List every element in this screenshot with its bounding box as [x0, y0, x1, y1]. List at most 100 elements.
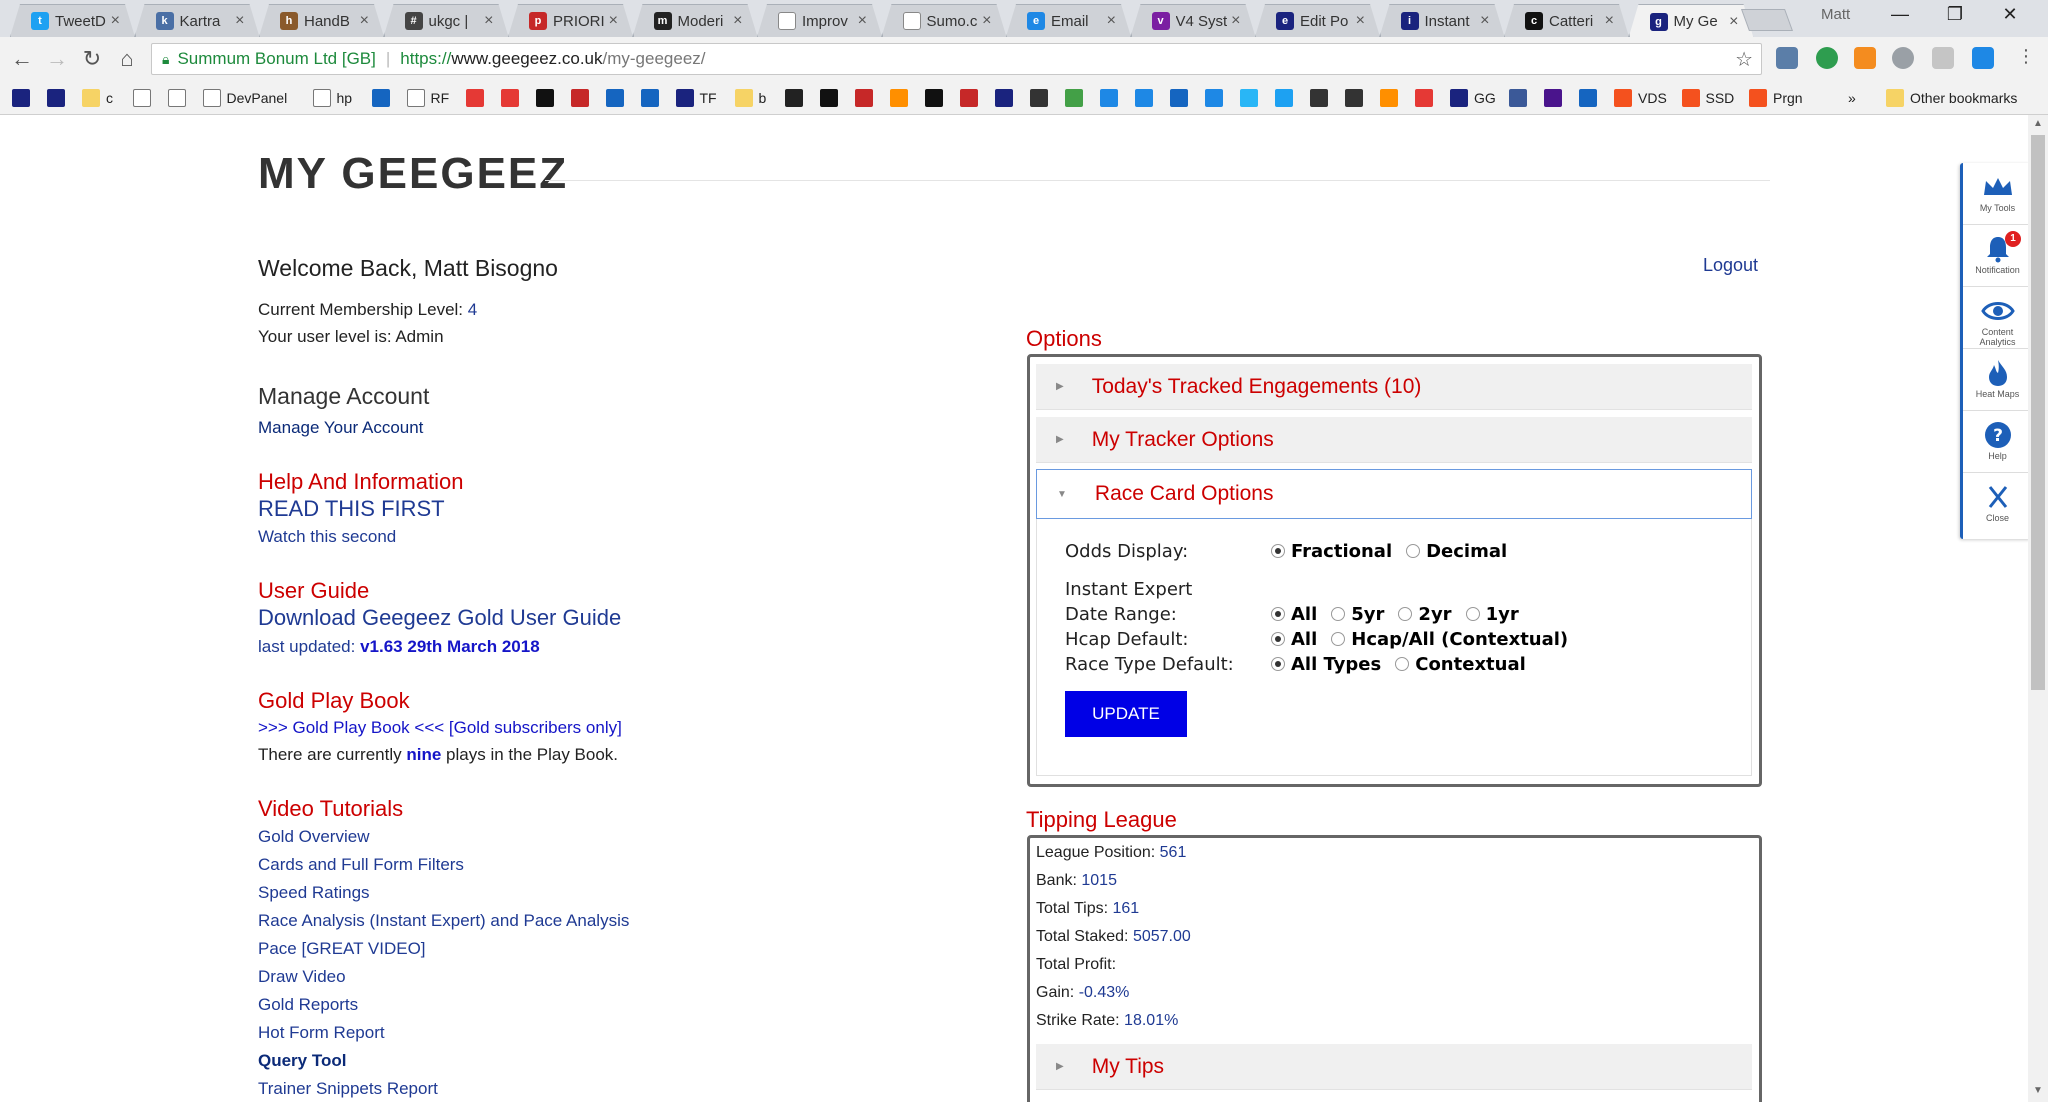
- browser-tab[interactable]: # ukgc | ×: [384, 4, 509, 37]
- tab-close-icon[interactable]: ×: [982, 12, 991, 30]
- date-range-option[interactable]: All: [1271, 604, 1331, 625]
- browser-tab[interactable]: e Email ×: [1006, 4, 1131, 37]
- video-tutorial-link[interactable]: Trainer Snippets Report: [258, 1079, 438, 1099]
- tab-close-icon[interactable]: ×: [858, 12, 867, 30]
- accordion-my-tips[interactable]: ▶ My Tips: [1036, 1044, 1752, 1090]
- bookmark-item[interactable]: GG: [1450, 87, 1496, 109]
- bookmark-item[interactable]: [167, 87, 192, 109]
- notification-button[interactable]: 1 Notification: [1963, 225, 2032, 287]
- odds-display-option[interactable]: Decimal: [1406, 541, 1521, 562]
- radio-button[interactable]: [1406, 544, 1421, 558]
- bookmark-item[interactable]: TF: [675, 87, 717, 109]
- page-scrollbar[interactable]: ▲ ▼: [2028, 115, 2048, 1102]
- bookmark-item[interactable]: Prgn: [1749, 87, 1803, 109]
- home-icon[interactable]: ⌂: [113, 46, 141, 72]
- radio-button[interactable]: [1271, 632, 1285, 646]
- radio-button[interactable]: [1398, 607, 1413, 621]
- reload-icon[interactable]: ↻: [78, 46, 106, 72]
- radio-button[interactable]: [1331, 632, 1346, 646]
- logout-link[interactable]: Logout: [1703, 255, 1758, 276]
- extension-icon[interactable]: [1776, 47, 1798, 69]
- hcap-default-option[interactable]: All: [1271, 629, 1331, 650]
- close-tools-button[interactable]: Close: [1963, 473, 2032, 535]
- browser-tab[interactable]: Improv ×: [757, 4, 882, 37]
- read-this-first-link[interactable]: READ THIS FIRST: [258, 496, 445, 522]
- update-button[interactable]: UPDATE: [1065, 691, 1187, 737]
- bookmark-item[interactable]: [570, 87, 595, 109]
- bookmark-item[interactable]: [1030, 87, 1054, 109]
- tab-close-icon[interactable]: ×: [1480, 12, 1489, 30]
- browser-tab[interactable]: e Edit Po ×: [1255, 4, 1380, 37]
- back-icon[interactable]: ←: [8, 46, 36, 72]
- tab-close-icon[interactable]: ×: [1605, 12, 1614, 30]
- bookmark-item[interactable]: [1415, 87, 1439, 109]
- play-book-link[interactable]: >>> Gold Play Book <<< [Gold subscribers…: [258, 718, 622, 738]
- odds-display-option[interactable]: Fractional: [1271, 541, 1406, 562]
- bookmark-item[interactable]: hp: [312, 87, 352, 109]
- bookmark-star-icon[interactable]: ☆: [1735, 47, 1753, 72]
- radio-button[interactable]: [1271, 607, 1285, 621]
- bookmark-item[interactable]: [1205, 87, 1229, 109]
- video-tutorial-link[interactable]: Gold Overview: [258, 827, 369, 847]
- bookmark-item[interactable]: [820, 87, 844, 109]
- bookmark-item[interactable]: [1579, 87, 1603, 109]
- video-tutorial-link[interactable]: Speed Ratings: [258, 883, 370, 903]
- menu-icon[interactable]: ⋮: [2012, 46, 2040, 67]
- address-bar[interactable]: 🔒︎ Summum Bonum Ltd [GB] | https://www.g…: [151, 43, 1762, 75]
- rss-icon[interactable]: [1854, 47, 1876, 69]
- bookmark-item[interactable]: [1380, 87, 1404, 109]
- bookmark-item[interactable]: [960, 87, 984, 109]
- bookmark-item[interactable]: [1240, 87, 1264, 109]
- scroll-down-icon[interactable]: ▼: [2033, 1085, 2043, 1096]
- browser-tab[interactable]: k Kartra ×: [135, 4, 260, 37]
- race-type-option[interactable]: All Types: [1271, 654, 1395, 675]
- scroll-up-icon[interactable]: ▲: [2033, 118, 2043, 129]
- bookmark-item[interactable]: b: [734, 87, 766, 109]
- content-analytics-button[interactable]: Content Analytics: [1963, 287, 2032, 349]
- tab-close-icon[interactable]: ×: [111, 12, 120, 30]
- tab-close-icon[interactable]: ×: [1356, 12, 1365, 30]
- video-tutorial-link[interactable]: Query Tool: [258, 1051, 346, 1071]
- browser-tab[interactable]: h HandB ×: [259, 4, 384, 37]
- watch-this-second-link[interactable]: Watch this second: [258, 527, 396, 547]
- tab-close-icon[interactable]: ×: [1231, 12, 1240, 30]
- browser-tab[interactable]: g My Ge ×: [1629, 4, 1754, 38]
- tab-close-icon[interactable]: ×: [733, 12, 742, 30]
- video-tutorial-link[interactable]: Race Analysis (Instant Expert) and Pace …: [258, 911, 629, 931]
- profile-name[interactable]: Matt: [1821, 6, 1850, 23]
- bookmark-item[interactable]: RF: [406, 87, 449, 109]
- bookmark-item[interactable]: [995, 87, 1019, 109]
- extension-icon[interactable]: [1892, 47, 1914, 69]
- restore-icon[interactable]: ❐: [1935, 4, 1975, 25]
- my-tools-button[interactable]: My Tools: [1963, 163, 2032, 225]
- bookmarks-overflow[interactable]: »: [1848, 87, 1856, 109]
- tab-close-icon[interactable]: ×: [235, 12, 244, 30]
- browser-tab[interactable]: v V4 Syst ×: [1131, 4, 1256, 37]
- bookmark-item[interactable]: [1275, 87, 1299, 109]
- radio-button[interactable]: [1465, 607, 1480, 621]
- other-bookmarks[interactable]: Other bookmarks: [1886, 87, 2017, 109]
- browser-tab[interactable]: t TweetD ×: [10, 4, 135, 37]
- forward-icon[interactable]: →: [43, 46, 71, 72]
- site-identity[interactable]: Summum Bonum Ltd [GB]: [177, 49, 375, 69]
- bookmark-item[interactable]: DevPanel: [202, 87, 287, 109]
- tab-close-icon[interactable]: ×: [484, 12, 493, 30]
- bookmark-item[interactable]: [1100, 87, 1124, 109]
- new-tab-button[interactable]: [1740, 9, 1794, 31]
- bookmark-item[interactable]: [1544, 87, 1568, 109]
- bookmark-item[interactable]: [500, 87, 525, 109]
- radio-button[interactable]: [1395, 657, 1410, 671]
- date-range-option[interactable]: 1yr: [1465, 604, 1533, 625]
- bookmark-item[interactable]: [371, 87, 396, 109]
- radio-button[interactable]: [1331, 607, 1346, 621]
- tab-close-icon[interactable]: ×: [1729, 13, 1738, 31]
- bookmark-item[interactable]: [1310, 87, 1334, 109]
- window-close-icon[interactable]: ✕: [1990, 4, 2030, 25]
- bookmark-item[interactable]: [1135, 87, 1159, 109]
- tab-close-icon[interactable]: ×: [1107, 12, 1116, 30]
- video-tutorial-link[interactable]: Draw Video: [258, 967, 346, 987]
- browser-tab[interactable]: m Moderi ×: [633, 4, 758, 37]
- bookmark-item[interactable]: [1065, 87, 1089, 109]
- bookmark-item[interactable]: [785, 87, 809, 109]
- heat-maps-button[interactable]: Heat Maps: [1963, 349, 2032, 411]
